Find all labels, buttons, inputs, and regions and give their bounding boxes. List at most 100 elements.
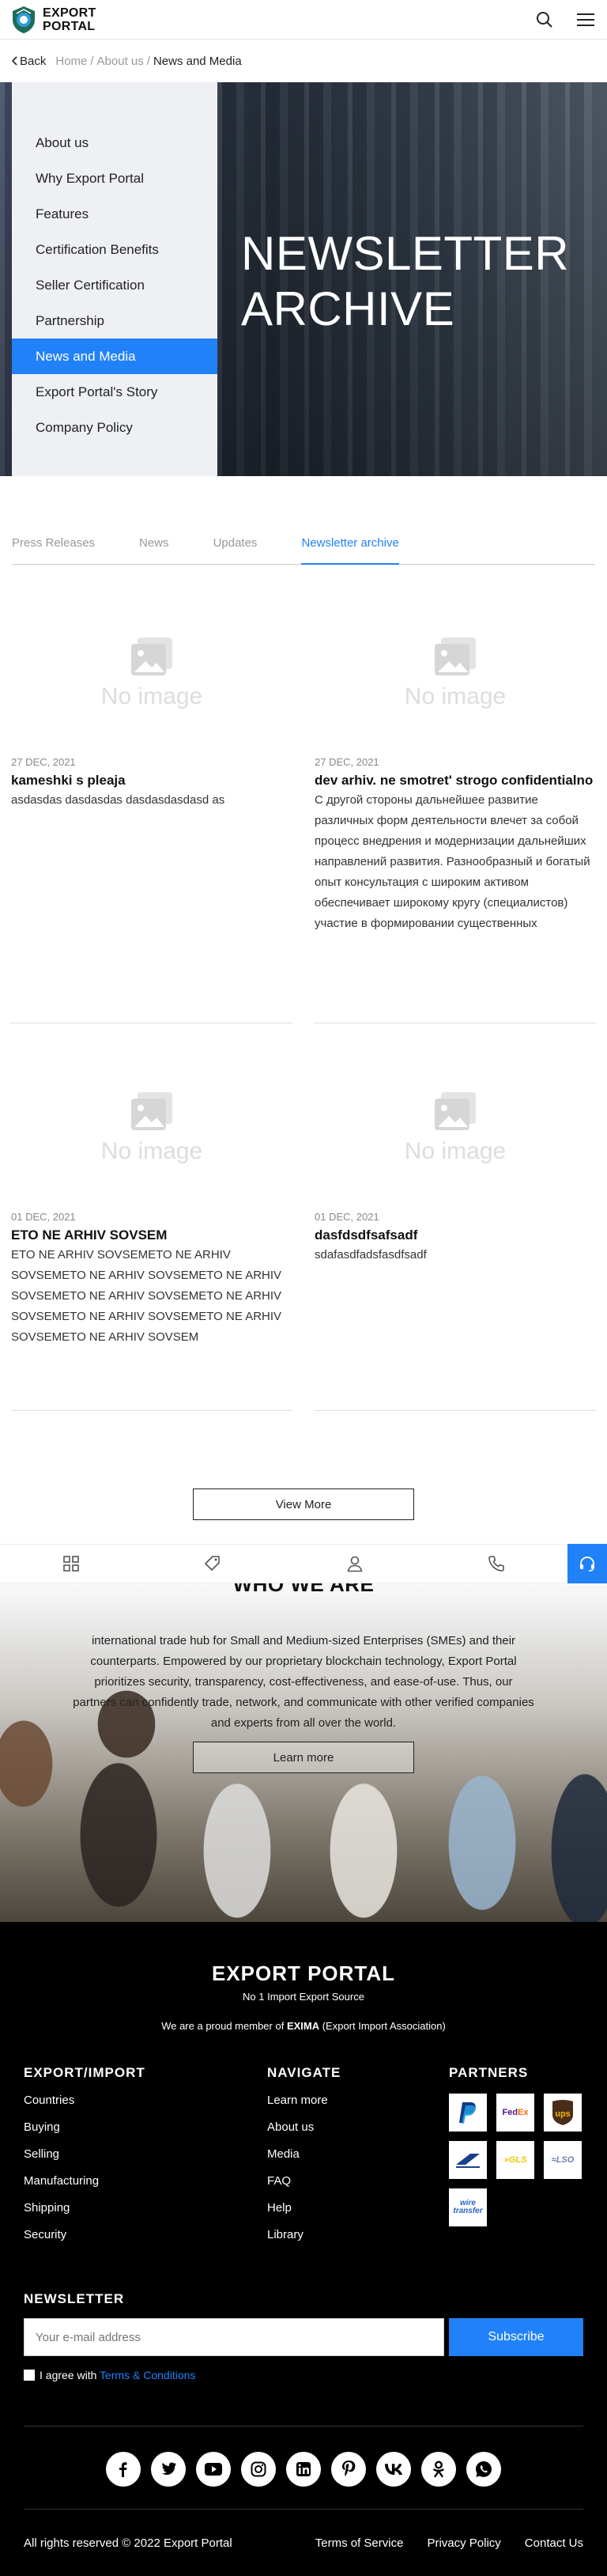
footer-tagline: No 1 Import Export Source — [243, 1991, 364, 2003]
subscribe-button[interactable]: Subscribe — [449, 2318, 583, 2356]
odnoklassniki-icon[interactable] — [421, 2452, 456, 2487]
learn-more-button[interactable]: Learn more — [193, 1742, 414, 1773]
sidebar-item-about-us[interactable]: About us — [12, 125, 217, 161]
newsletter-title: NEWSLETTER — [24, 2291, 125, 2306]
footer-link-selling[interactable]: Selling — [24, 2147, 267, 2174]
logo-link[interactable]: EXPORT PORTAL — [11, 6, 96, 34]
user-icon[interactable] — [284, 1544, 426, 1583]
tab-updates[interactable]: Updates — [213, 536, 258, 565]
back-label: Back — [20, 54, 47, 68]
no-image-placeholder: No image — [315, 596, 596, 747]
footer-link-learn-more[interactable]: Learn more — [267, 2094, 449, 2120]
no-image-label: No image — [404, 1138, 507, 1164]
news-tabs: Press Releases News Updates Newsletter a… — [12, 536, 595, 565]
pinterest-icon[interactable] — [331, 2452, 366, 2487]
sidebar-item-partnership[interactable]: Partnership — [12, 303, 217, 339]
article-title[interactable]: ETO NE ARHIV SOVSEM — [11, 1227, 292, 1243]
footer-link-faq[interactable]: FAQ — [267, 2174, 449, 2201]
top-header: EXPORT PORTAL — [0, 0, 607, 40]
sidebar-item-company-policy[interactable]: Company Policy — [12, 410, 217, 445]
article-title[interactable]: kameshki s pleaja — [11, 773, 292, 789]
breadcrumb-separator: / — [146, 54, 150, 68]
headset-icon[interactable] — [567, 1544, 607, 1583]
chevron-left-icon — [11, 56, 17, 66]
footer-col-partners: PARTNERS Fed Ex ups »GLS ≈LSO wire transfe… — [449, 2065, 582, 2255]
youtube-icon[interactable] — [196, 2452, 231, 2487]
wire-transfer-logo: wire transfer — [449, 2188, 487, 2226]
sidebar-item-news-and-media[interactable]: News and Media — [12, 339, 217, 374]
exima-link[interactable]: EXIMA — [287, 2020, 319, 2032]
footer-link-shipping[interactable]: Shipping — [24, 2201, 267, 2228]
footer-col-title: NAVIGATE — [267, 2065, 341, 2080]
article-title[interactable]: dev arhiv. ne smotret' strogo confidenti… — [315, 773, 596, 789]
article-title[interactable]: dasfdsdfsafsadf — [315, 1227, 596, 1243]
sidebar-item-seller-certification[interactable]: Seller Certification — [12, 267, 217, 303]
newsletter-card[interactable]: No image 01 DEC, 2021 dasfdsdfsafsadf sd… — [315, 1051, 596, 1411]
tab-news[interactable]: News — [139, 536, 169, 565]
footer-link-media[interactable]: Media — [267, 2147, 449, 2174]
breadcrumb-separator: / — [90, 54, 94, 68]
breadcrumb-home[interactable]: Home — [55, 55, 87, 68]
sidebar-item-certification-benefits[interactable]: Certification Benefits — [12, 232, 217, 267]
ups-logo: ups — [544, 2094, 582, 2132]
footer-col-title: PARTNERS — [449, 2065, 529, 2080]
who-we-are-section: WHO WE ARE international trade hub for S… — [0, 1552, 607, 1922]
terms-conditions-link[interactable]: Terms & Conditions — [100, 2369, 195, 2381]
sidebar-item-features[interactable]: Features — [12, 196, 217, 232]
lso-logo: ≈LSO — [544, 2141, 582, 2179]
no-image-placeholder: No image — [11, 1051, 292, 1201]
article-excerpt: С другой стороны дальнейшее развитие раз… — [315, 793, 590, 930]
no-image-placeholder: No image — [11, 596, 292, 747]
svg-text:ups: ups — [555, 2109, 571, 2119]
search-icon[interactable] — [534, 9, 555, 30]
linkedin-icon[interactable] — [286, 2452, 321, 2487]
footer-col-navigate: NAVIGATE Learn more About us Media FAQ H… — [267, 2065, 449, 2255]
article-date: 27 DEC, 2021 — [11, 756, 76, 768]
footer-link-manufacturing[interactable]: Manufacturing — [24, 2174, 267, 2201]
view-more-button[interactable]: View More — [193, 1488, 414, 1520]
article-excerpt: sdafasdfadsfasdfsadf — [315, 1248, 427, 1262]
breadcrumb-current: News and Media — [153, 54, 242, 68]
footer-link-countries[interactable]: Countries — [24, 2094, 267, 2120]
tab-newsletter-archive[interactable]: Newsletter archive — [301, 536, 399, 565]
twitter-icon[interactable] — [151, 2452, 186, 2487]
paypal-logo — [449, 2094, 487, 2132]
image-placeholder-icon — [435, 1092, 476, 1130]
newsletter-card[interactable]: No image 01 DEC, 2021 ETO NE ARHIV SOVSE… — [11, 1051, 292, 1411]
terms-of-service-link[interactable]: Terms of Service — [315, 2536, 404, 2550]
phone-icon[interactable] — [426, 1544, 568, 1583]
footer-link-help[interactable]: Help — [267, 2201, 449, 2228]
no-image-label: No image — [404, 683, 507, 709]
tab-press-releases[interactable]: Press Releases — [12, 536, 95, 565]
instagram-icon[interactable] — [241, 2452, 276, 2487]
newsletter-card[interactable]: No image 27 DEC, 2021 kameshki s pleaja … — [11, 596, 292, 1023]
fedex-logo: Fed Ex — [496, 2094, 534, 2132]
terms-agreement: I agree with Terms & Conditions — [24, 2369, 583, 2381]
footer-link-about-us[interactable]: About us — [267, 2120, 449, 2147]
view-more-wrapper: View More — [0, 1488, 607, 1520]
footer-legal: All rights reserved © 2022 Export Portal… — [24, 2510, 583, 2576]
tag-icon[interactable] — [142, 1544, 285, 1583]
menu-icon[interactable] — [575, 9, 596, 30]
vk-icon[interactable] — [376, 2452, 411, 2487]
sidebar-item-export-portals-story[interactable]: Export Portal's Story — [12, 374, 217, 410]
social-links — [24, 2426, 583, 2510]
whatsapp-icon[interactable] — [466, 2452, 501, 2487]
footer-col-export-import: EXPORT/IMPORT Countries Buying Selling M… — [24, 2065, 267, 2255]
footer-link-security[interactable]: Security — [24, 2228, 267, 2255]
breadcrumb: Back Home / About us / News and Media — [0, 40, 607, 82]
newsletter-card[interactable]: No image 27 DEC, 2021 dev arhiv. ne smot… — [315, 596, 596, 1023]
privacy-policy-link[interactable]: Privacy Policy — [427, 2536, 500, 2550]
article-date: 01 DEC, 2021 — [315, 1211, 379, 1223]
grid-icon[interactable] — [0, 1544, 142, 1583]
facebook-icon[interactable] — [106, 2452, 141, 2487]
footer-link-library[interactable]: Library — [267, 2228, 449, 2255]
footer-link-buying[interactable]: Buying — [24, 2120, 267, 2147]
terms-checkbox[interactable] — [24, 2370, 35, 2381]
copyright: All rights reserved © 2022 Export Portal — [24, 2536, 232, 2550]
back-link[interactable]: Back — [11, 55, 46, 68]
contact-us-link[interactable]: Contact Us — [525, 2536, 583, 2550]
sidebar-item-why-export-portal[interactable]: Why Export Portal — [12, 161, 217, 196]
newsletter-email-input[interactable] — [24, 2318, 444, 2356]
breadcrumb-about-us[interactable]: About us — [97, 55, 144, 68]
